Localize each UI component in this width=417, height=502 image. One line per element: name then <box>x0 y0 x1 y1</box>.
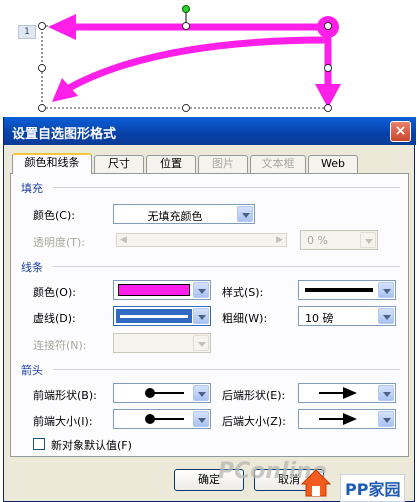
tab-position[interactable]: 位置 <box>146 155 196 173</box>
weight-label: 粗细(W): <box>222 312 268 325</box>
resize-handle <box>38 22 46 30</box>
chevron-down-icon <box>193 282 209 298</box>
tab-picture[interactable]: 图片 <box>198 155 248 173</box>
chevron-down-icon <box>378 282 394 298</box>
line-color-label: 颜色(O): <box>33 286 76 299</box>
resize-handle <box>324 22 332 30</box>
chevron-down-icon <box>193 335 209 351</box>
arrows-divider <box>53 369 400 370</box>
resize-handle <box>324 104 332 112</box>
house-logo-icon <box>300 468 332 498</box>
begin-style-label: 前端形状(B): <box>33 389 97 402</box>
line-divider <box>53 266 400 267</box>
default-checkbox-label: 新对象默认值(F) <box>51 439 132 452</box>
arrows-section-title: 箭头 <box>21 364 43 377</box>
weight-spinner[interactable]: 10 磅 <box>298 306 396 326</box>
round-arrow-icon <box>145 388 184 398</box>
spinner-icon <box>378 308 394 324</box>
begin-size-dropdown[interactable] <box>113 409 211 429</box>
resize-handle <box>324 64 332 72</box>
resize-handle <box>38 104 46 112</box>
fill-color-label: 颜色(C): <box>33 209 75 222</box>
dash-preview <box>120 315 188 318</box>
line-style-preview <box>305 288 373 292</box>
colors-lines-panel: 填充 颜色(C): 无填充颜色 透明度(T): ◀ ▶ 0 % 线条 颜色(O)… <box>10 173 409 457</box>
dialog-titlebar[interactable]: 设置自选图形格式 × <box>4 117 416 145</box>
transparency-slider[interactable]: ◀ ▶ <box>116 233 287 247</box>
dash-dropdown[interactable] <box>113 306 211 326</box>
curved-arrow-line <box>58 36 332 96</box>
round-arrow-icon <box>145 414 184 424</box>
document-canvas: 1 <box>0 0 417 117</box>
tab-textbox[interactable]: 文本框 <box>250 155 306 173</box>
chevron-down-icon <box>193 411 209 427</box>
chevron-down-icon <box>378 411 394 427</box>
fill-color-dropdown[interactable]: 无填充颜色 <box>113 204 255 224</box>
tab-colors-lines[interactable]: 颜色和线条 <box>12 153 92 174</box>
line-color-dropdown[interactable] <box>113 280 211 300</box>
end-style-dropdown[interactable] <box>298 383 396 403</box>
fill-section-title: 填充 <box>21 182 43 195</box>
chevron-down-icon <box>378 385 394 401</box>
chevron-down-icon <box>193 308 209 324</box>
weight-value: 10 磅 <box>305 312 334 325</box>
chevron-down-icon <box>237 206 253 222</box>
transparency-label: 透明度(T): <box>33 236 86 249</box>
end-style-label: 后端形状(E): <box>222 389 286 402</box>
arrow-shapes[interactable] <box>0 0 417 117</box>
line-style-dropdown[interactable] <box>298 280 396 300</box>
fill-color-value: 无填充颜色 <box>147 210 203 223</box>
dialog-title: 设置自选图形格式 <box>12 127 117 142</box>
tab-size[interactable]: 尺寸 <box>94 155 144 173</box>
dash-label: 虚线(D): <box>33 312 76 325</box>
close-button[interactable]: × <box>390 121 411 142</box>
chevron-down-icon <box>193 385 209 401</box>
arrowhead-icon <box>319 413 357 425</box>
chevron-left-icon: ◀ <box>120 235 127 245</box>
begin-style-dropdown[interactable] <box>113 383 211 403</box>
transparency-value: 0 % <box>307 234 328 247</box>
end-size-dropdown[interactable] <box>298 409 396 429</box>
connector-dropdown[interactable] <box>113 333 211 353</box>
end-size-label: 后端大小(Z): <box>222 415 286 428</box>
default-checkbox[interactable] <box>33 438 45 450</box>
tab-web[interactable]: Web <box>308 155 358 173</box>
line-style-label: 样式(S): <box>222 286 264 299</box>
line-section-title: 线条 <box>21 261 43 274</box>
begin-size-label: 前端大小(I): <box>33 415 93 428</box>
watermark-site: PP家园 <box>340 474 406 502</box>
rotate-handle[interactable] <box>182 5 190 13</box>
fill-divider <box>53 187 400 188</box>
resize-handle <box>182 104 190 112</box>
chevron-right-icon: ▶ <box>276 235 283 245</box>
resize-handle <box>38 64 46 72</box>
format-autoshape-dialog: 设置自选图形格式 × 颜色和线条 尺寸 位置 图片 文本框 Web 填充 颜色(… <box>3 117 416 502</box>
left-arrowhead <box>48 14 76 40</box>
arrowhead-icon <box>319 387 357 399</box>
line-color-swatch <box>118 284 190 296</box>
resize-handle <box>182 22 190 30</box>
connector-label: 连接符(N): <box>33 339 87 352</box>
transparency-spinner[interactable]: 0 % <box>300 230 378 250</box>
spinner-icon <box>360 232 376 248</box>
